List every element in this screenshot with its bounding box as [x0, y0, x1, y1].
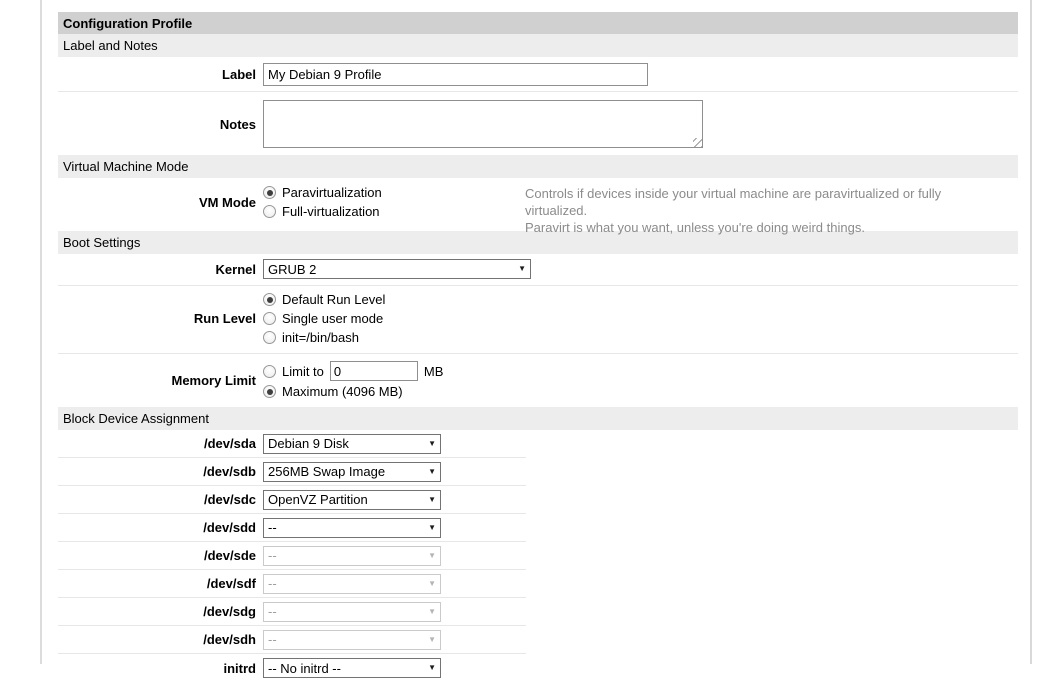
page-left-border — [40, 0, 42, 664]
memory-limit-row: Memory Limit Limit to MB Maximum (4096 M… — [58, 354, 1018, 407]
radio-default-run-level-label[interactable]: Default Run Level — [282, 292, 385, 307]
device-row-sdf: /dev/sdf -- ▼ — [58, 570, 526, 598]
device-label-sdf: /dev/sdf — [58, 576, 263, 591]
section-heading-block-devices: Block Device Assignment — [58, 407, 1018, 430]
radio-full-virtualization[interactable] — [263, 205, 276, 218]
vm-mode-help-text: Controls if devices inside your virtual … — [525, 185, 1005, 236]
initrd-select[interactable]: -- No initrd -- ▼ — [263, 658, 441, 678]
dropdown-arrow-icon: ▼ — [428, 524, 436, 532]
label-input[interactable] — [263, 63, 648, 86]
run-level-option-single-user[interactable]: Single user mode — [263, 309, 385, 328]
device-label-sda: /dev/sda — [58, 436, 263, 451]
device-select-sdf: -- ▼ — [263, 574, 441, 594]
window-right-border — [1030, 0, 1032, 664]
notes-field-label: Notes — [58, 117, 263, 132]
device-row-sdh: /dev/sdh -- ▼ — [58, 626, 526, 654]
device-select-sdh: -- ▼ — [263, 630, 441, 650]
radio-init-bash-label[interactable]: init=/bin/bash — [282, 330, 359, 345]
dropdown-arrow-icon: ▼ — [518, 265, 526, 273]
device-label-sdg: /dev/sdg — [58, 604, 263, 619]
radio-limit-to-label[interactable]: Limit to — [282, 364, 324, 379]
device-select-sdd-value: -- — [268, 520, 277, 535]
section-heading-label-and-notes: Label and Notes — [58, 34, 1018, 57]
device-row-initrd: initrd -- No initrd -- ▼ — [58, 654, 526, 682]
device-select-sdc[interactable]: OpenVZ Partition ▼ — [263, 490, 441, 510]
page-title: Configuration Profile — [58, 12, 1018, 34]
device-select-sde-value: -- — [268, 548, 277, 563]
memory-limit-label: Memory Limit — [58, 373, 263, 388]
dropdown-arrow-icon: ▼ — [428, 496, 436, 504]
device-label-sdh: /dev/sdh — [58, 632, 263, 647]
device-label-sdd: /dev/sdd — [58, 520, 263, 535]
run-level-row: Run Level Default Run Level Single user … — [58, 286, 1018, 354]
label-field-label: Label — [58, 67, 263, 82]
dropdown-arrow-icon: ▼ — [428, 580, 436, 588]
device-label-sde: /dev/sde — [58, 548, 263, 563]
kernel-select[interactable]: GRUB 2 ▼ — [263, 259, 531, 279]
radio-maximum-label[interactable]: Maximum (4096 MB) — [282, 384, 403, 399]
radio-limit-to[interactable] — [263, 365, 276, 378]
memory-limit-option-maximum[interactable]: Maximum (4096 MB) — [263, 382, 443, 401]
device-select-sdd[interactable]: -- ▼ — [263, 518, 441, 538]
configuration-profile-form: Configuration Profile Label and Notes La… — [58, 12, 1018, 682]
device-row-sda: /dev/sda Debian 9 Disk ▼ — [58, 430, 526, 458]
dropdown-arrow-icon: ▼ — [428, 608, 436, 616]
device-select-sdg: -- ▼ — [263, 602, 441, 622]
resize-grip-icon[interactable] — [693, 138, 702, 147]
device-label-sdc: /dev/sdc — [58, 492, 263, 507]
device-select-sdg-value: -- — [268, 604, 277, 619]
device-select-sda[interactable]: Debian 9 Disk ▼ — [263, 434, 441, 454]
device-select-sdb-value: 256MB Swap Image — [268, 464, 385, 479]
device-select-sda-value: Debian 9 Disk — [268, 436, 349, 451]
radio-paravirtualization[interactable] — [263, 186, 276, 199]
radio-single-user-mode[interactable] — [263, 312, 276, 325]
device-select-sdf-value: -- — [268, 576, 277, 591]
radio-init-bash[interactable] — [263, 331, 276, 344]
device-label-initrd: initrd — [58, 661, 263, 676]
radio-default-run-level[interactable] — [263, 293, 276, 306]
device-label-sdb: /dev/sdb — [58, 464, 263, 479]
run-level-label: Run Level — [58, 311, 263, 326]
notes-field-row: Notes — [58, 92, 1018, 155]
device-row-sdd: /dev/sdd -- ▼ — [58, 514, 526, 542]
device-select-sdc-value: OpenVZ Partition — [268, 492, 368, 507]
dropdown-arrow-icon: ▼ — [428, 440, 436, 448]
kernel-row: Kernel GRUB 2 ▼ — [58, 254, 1018, 286]
device-select-sde: -- ▼ — [263, 546, 441, 566]
run-level-option-init-bash[interactable]: init=/bin/bash — [263, 328, 385, 347]
notes-textarea[interactable] — [263, 100, 703, 148]
device-select-sdh-value: -- — [268, 632, 277, 647]
radio-single-user-mode-label[interactable]: Single user mode — [282, 311, 383, 326]
radio-paravirtualization-label[interactable]: Paravirtualization — [282, 185, 382, 200]
label-field-row: Label — [58, 57, 1018, 92]
device-row-sdg: /dev/sdg -- ▼ — [58, 598, 526, 626]
section-heading-vm-mode: Virtual Machine Mode — [58, 155, 1018, 178]
device-row-sde: /dev/sde -- ▼ — [58, 542, 526, 570]
device-select-sdb[interactable]: 256MB Swap Image ▼ — [263, 462, 441, 482]
kernel-select-value: GRUB 2 — [268, 262, 316, 277]
vm-mode-label: VM Mode — [58, 195, 263, 210]
memory-limit-input[interactable] — [330, 361, 418, 381]
dropdown-arrow-icon: ▼ — [428, 468, 436, 476]
kernel-label: Kernel — [58, 262, 263, 277]
vm-mode-row: VM Mode Paravirtualization Full-virtuali… — [58, 178, 1018, 231]
initrd-select-value: -- No initrd -- — [268, 661, 341, 676]
device-row-sdc: /dev/sdc OpenVZ Partition ▼ — [58, 486, 526, 514]
memory-limit-unit: MB — [424, 364, 444, 379]
dropdown-arrow-icon: ▼ — [428, 636, 436, 644]
device-row-sdb: /dev/sdb 256MB Swap Image ▼ — [58, 458, 526, 486]
dropdown-arrow-icon: ▼ — [428, 552, 436, 560]
radio-full-virtualization-label[interactable]: Full-virtualization — [282, 204, 380, 219]
radio-maximum[interactable] — [263, 385, 276, 398]
memory-limit-option-limit[interactable]: Limit to MB — [263, 360, 443, 382]
vm-mode-option-full-virtualization[interactable]: Full-virtualization — [263, 202, 382, 221]
vm-mode-option-paravirtualization[interactable]: Paravirtualization — [263, 183, 382, 202]
run-level-option-default[interactable]: Default Run Level — [263, 290, 385, 309]
dropdown-arrow-icon: ▼ — [428, 664, 436, 672]
